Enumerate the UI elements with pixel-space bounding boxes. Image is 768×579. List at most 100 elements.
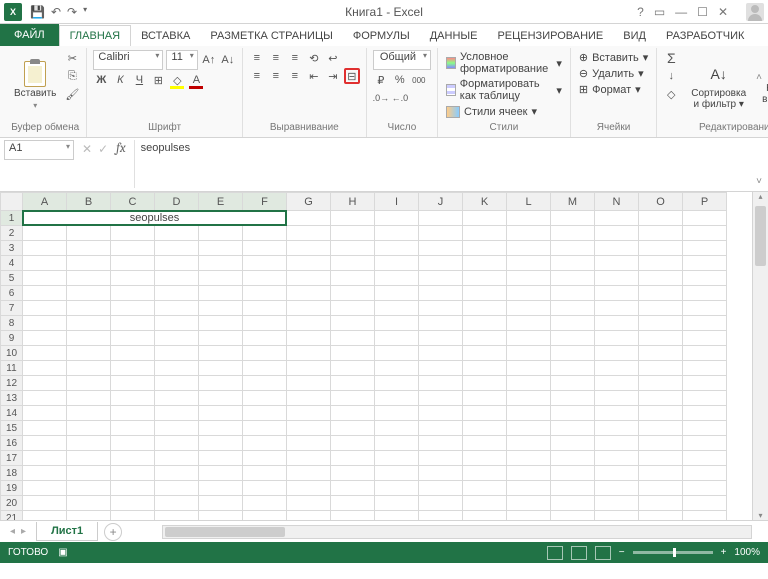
cell[interactable]: [243, 226, 287, 241]
cell[interactable]: [595, 376, 639, 391]
row-header[interactable]: 19: [1, 481, 23, 496]
cell[interactable]: [243, 286, 287, 301]
cell[interactable]: [243, 391, 287, 406]
paste-button[interactable]: Вставить ▾: [10, 50, 60, 122]
tab-data[interactable]: ДАННЫЕ: [420, 26, 488, 46]
cell[interactable]: [639, 271, 683, 286]
cell[interactable]: [463, 511, 507, 521]
row-header[interactable]: 2: [1, 226, 23, 241]
column-header[interactable]: P: [683, 193, 727, 211]
cell[interactable]: [375, 316, 419, 331]
cell[interactable]: [551, 436, 595, 451]
italic-button[interactable]: К: [112, 72, 128, 88]
cell[interactable]: [507, 406, 551, 421]
cell[interactable]: [243, 511, 287, 521]
cell[interactable]: [683, 211, 727, 226]
cell[interactable]: [595, 241, 639, 256]
cell[interactable]: [155, 481, 199, 496]
cell[interactable]: [507, 241, 551, 256]
cell[interactable]: [23, 421, 67, 436]
row-header[interactable]: 4: [1, 256, 23, 271]
row-header[interactable]: 12: [1, 376, 23, 391]
cell[interactable]: [639, 391, 683, 406]
cell[interactable]: [67, 406, 111, 421]
column-header[interactable]: D: [155, 193, 199, 211]
cell[interactable]: [23, 451, 67, 466]
collapse-ribbon-icon[interactable]: ˄: [756, 72, 762, 83]
vertical-scrollbar[interactable]: ▴ ▾: [752, 192, 768, 520]
close-icon[interactable]: ✕: [718, 5, 728, 19]
cell[interactable]: [507, 421, 551, 436]
cell[interactable]: [243, 436, 287, 451]
cell[interactable]: [199, 496, 243, 511]
cell[interactable]: [507, 256, 551, 271]
cell[interactable]: [551, 391, 595, 406]
cell[interactable]: [375, 511, 419, 521]
cell[interactable]: [199, 331, 243, 346]
cell[interactable]: [463, 421, 507, 436]
cell[interactable]: [595, 496, 639, 511]
cell[interactable]: [507, 376, 551, 391]
column-header[interactable]: E: [199, 193, 243, 211]
cell[interactable]: [331, 241, 375, 256]
cell[interactable]: [639, 451, 683, 466]
cell[interactable]: [111, 391, 155, 406]
cell[interactable]: [67, 511, 111, 521]
cell[interactable]: [155, 226, 199, 241]
cell[interactable]: [111, 286, 155, 301]
clear-icon[interactable]: ◇: [663, 86, 679, 102]
row-header[interactable]: 20: [1, 496, 23, 511]
cell[interactable]: [155, 451, 199, 466]
cell[interactable]: [507, 346, 551, 361]
cell[interactable]: [595, 481, 639, 496]
cell[interactable]: [331, 331, 375, 346]
cell[interactable]: [463, 271, 507, 286]
cell[interactable]: [683, 466, 727, 481]
cell[interactable]: [683, 361, 727, 376]
cell[interactable]: [243, 421, 287, 436]
cell[interactable]: [199, 286, 243, 301]
align-left-icon[interactable]: ≡: [249, 68, 265, 84]
column-header[interactable]: A: [23, 193, 67, 211]
cell[interactable]: [683, 331, 727, 346]
cell[interactable]: [287, 301, 331, 316]
cell[interactable]: [287, 361, 331, 376]
cell[interactable]: [287, 256, 331, 271]
cell-styles-button[interactable]: Стили ячеек ▾: [444, 104, 564, 119]
cell[interactable]: [375, 331, 419, 346]
cell[interactable]: [639, 286, 683, 301]
cell[interactable]: [331, 271, 375, 286]
column-header[interactable]: G: [287, 193, 331, 211]
cell[interactable]: [375, 226, 419, 241]
ribbon-options-icon[interactable]: ▭: [654, 5, 665, 19]
row-header[interactable]: 5: [1, 271, 23, 286]
cell[interactable]: [243, 316, 287, 331]
cell[interactable]: [683, 406, 727, 421]
cell[interactable]: [463, 286, 507, 301]
cell[interactable]: [331, 481, 375, 496]
cell[interactable]: [463, 391, 507, 406]
cell[interactable]: [67, 301, 111, 316]
cell[interactable]: seopulses: [23, 211, 287, 226]
row-header[interactable]: 1: [1, 211, 23, 226]
cell[interactable]: [507, 211, 551, 226]
cell[interactable]: [507, 286, 551, 301]
cell[interactable]: [419, 451, 463, 466]
cell[interactable]: [419, 406, 463, 421]
cell[interactable]: [67, 421, 111, 436]
cell[interactable]: [287, 466, 331, 481]
cell[interactable]: [463, 346, 507, 361]
cell[interactable]: [67, 241, 111, 256]
border-button[interactable]: ⊞: [150, 72, 166, 88]
cell[interactable]: [419, 226, 463, 241]
user-avatar[interactable]: [746, 3, 764, 21]
cell[interactable]: [683, 496, 727, 511]
cell[interactable]: [331, 496, 375, 511]
cell[interactable]: [463, 406, 507, 421]
cell[interactable]: [595, 421, 639, 436]
cell[interactable]: [23, 331, 67, 346]
cell[interactable]: [155, 271, 199, 286]
cell[interactable]: [287, 511, 331, 521]
help-icon[interactable]: ?: [637, 5, 644, 19]
cell[interactable]: [595, 466, 639, 481]
